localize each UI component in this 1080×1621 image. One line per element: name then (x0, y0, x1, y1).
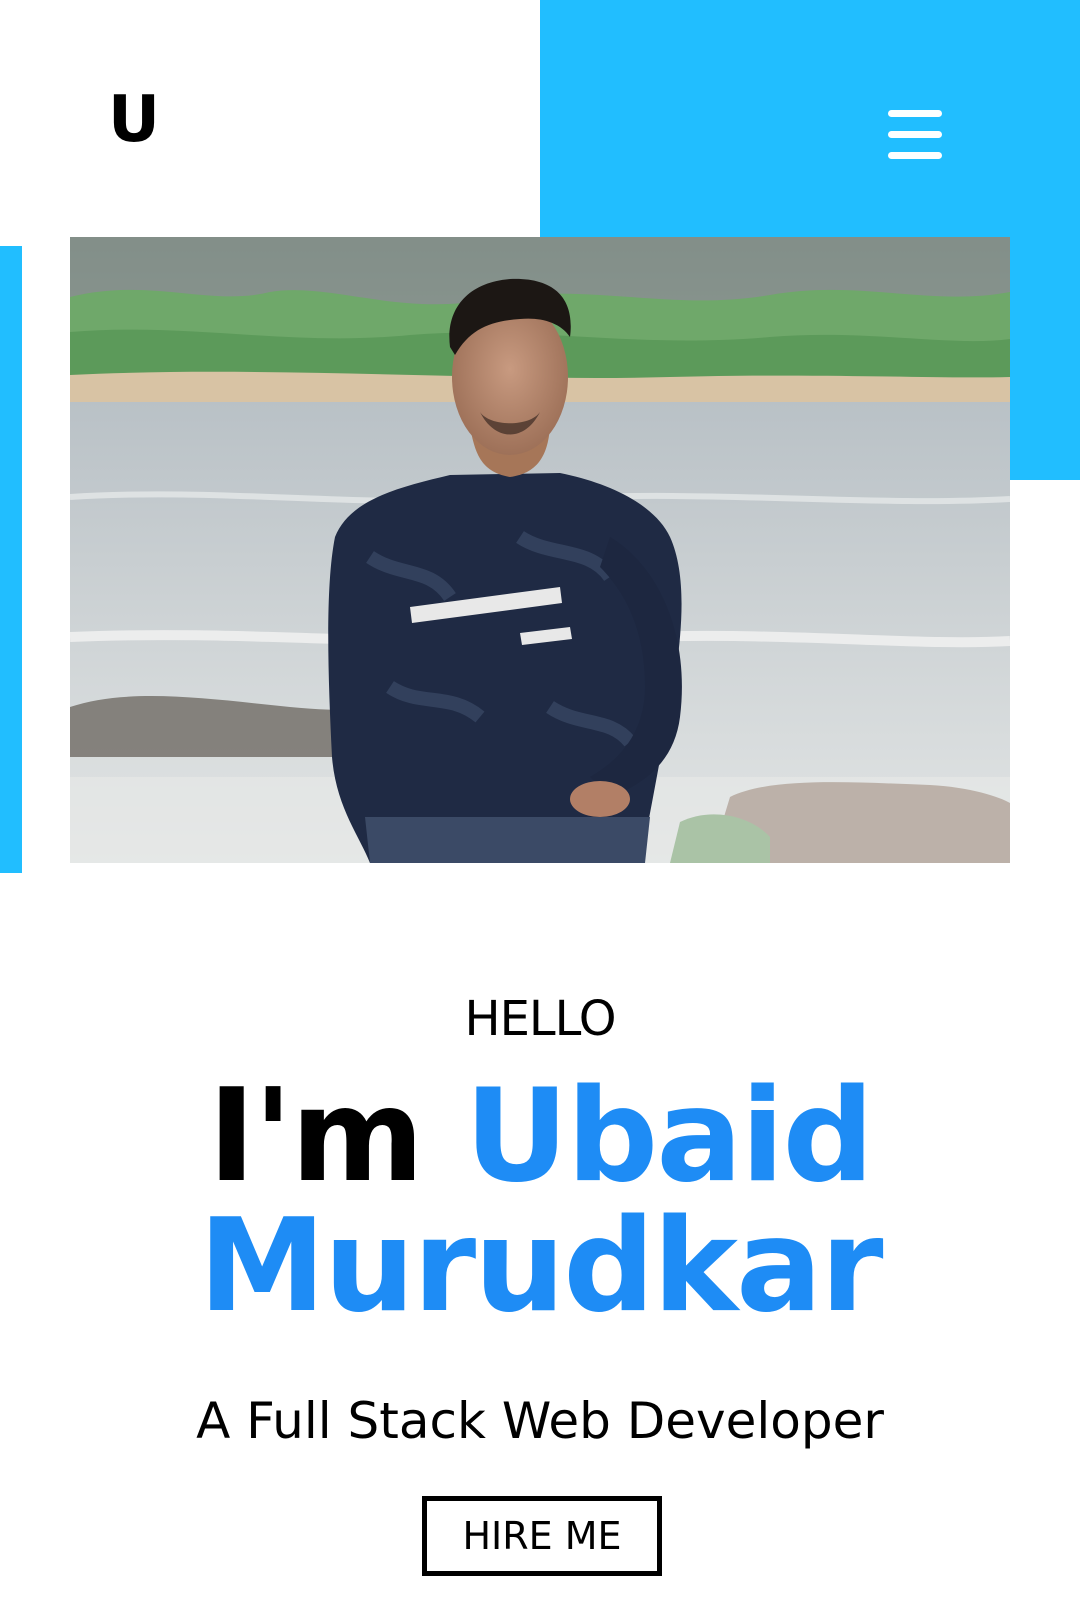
hero-tagline: A Full Stack Web Developer (196, 1392, 884, 1450)
left-accent-stripe (0, 246, 22, 873)
hamburger-menu-icon[interactable] (888, 110, 944, 162)
menu-line (888, 152, 942, 159)
site-logo[interactable]: U (108, 82, 160, 158)
menu-line (888, 110, 942, 117)
greeting-text: HELLO (464, 991, 617, 1047)
profile-photo (70, 237, 1010, 863)
intro-prefix: I'm (207, 1062, 424, 1211)
hire-me-button[interactable]: HIRE ME (422, 1496, 662, 1576)
menu-line (888, 131, 942, 138)
hero-headline: I'm Ubaid Murudkar (0, 1072, 1080, 1332)
